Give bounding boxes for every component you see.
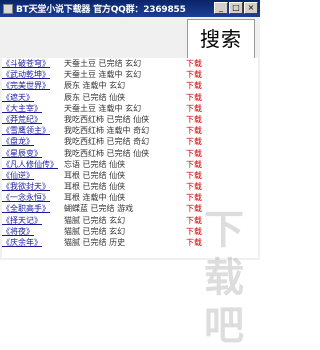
book-title-link[interactable]: 《仙逆》 [2, 170, 64, 181]
list-item[interactable]: 《武动乾坤》 天蚕土豆 连载中 玄幻 下载 [2, 69, 258, 80]
search-button[interactable]: 搜索 [187, 19, 255, 59]
book-title-link[interactable]: 《星辰变》 [2, 148, 64, 159]
list-item[interactable]: 《仙逆》 耳根 已完结 仙侠 下载 [2, 170, 258, 181]
book-title-link[interactable]: 《完美世界》 [2, 80, 64, 91]
title-bar[interactable]: BT天堂小说下载器 官方QQ群：2369855 _ □ × [0, 0, 260, 17]
list-item[interactable]: 《完美世界》 辰东 连载中 玄幻 下载 [2, 80, 258, 91]
book-description: 辰东 连载中 玄幻 [64, 81, 126, 91]
book-title-link[interactable]: 《盘龙》 [2, 136, 64, 147]
download-link[interactable]: 下载 [186, 80, 202, 91]
download-link[interactable]: 下载 [186, 136, 202, 147]
close-button[interactable]: × [244, 2, 258, 14]
download-link[interactable]: 下载 [186, 103, 202, 114]
download-link[interactable]: 下载 [186, 92, 202, 103]
window-controls: _ □ × [214, 2, 258, 14]
list-item[interactable]: 《一念永恒》 耳根 连载中 仙侠 下载 [2, 192, 258, 203]
book-description: 我吃西红柿 连载中 奇幻 [64, 126, 150, 136]
download-link[interactable]: 下载 [186, 159, 202, 170]
list-item[interactable]: 《凡人修仙传》 忘语 已完结 仙侠 下载 [2, 159, 258, 170]
book-description: 蝴蝶蓝 已完结 游戏 [64, 204, 134, 214]
app-window: BT天堂小说下载器 官方QQ群：2369855 _ □ × 搜索 《斗破苍穹》天… [0, 0, 260, 349]
download-link[interactable]: 下载 [186, 226, 202, 237]
book-title-link[interactable]: 《斗破苍穹》 [2, 58, 64, 69]
download-link[interactable]: 下载 [186, 125, 202, 136]
list-item[interactable]: 《斗破苍穹》 天蚕土豆 已完结 玄幻 下载 [2, 58, 258, 69]
book-description: 忘语 已完结 仙侠 [64, 159, 126, 169]
list-item[interactable]: 《遮天》 辰东 已完结 仙侠 下载 [2, 92, 258, 103]
book-description: 我吃西红柿 已完结 奇幻 [64, 137, 150, 147]
download-link[interactable]: 下载 [186, 58, 202, 69]
book-description: 耳根 已完结 仙侠 [64, 170, 126, 180]
download-link[interactable]: 下载 [186, 69, 202, 80]
download-link[interactable]: 下载 [186, 114, 202, 125]
download-link[interactable]: 下载 [186, 170, 202, 181]
book-description: 猫腻 已完结 玄幻 [64, 215, 126, 225]
book-title-link[interactable]: 《我欲封天》 [2, 181, 64, 192]
book-title-link[interactable]: 《遮天》 [2, 92, 64, 103]
book-description: 我吃西红柿 已完结 仙侠 [64, 114, 150, 124]
list-item[interactable]: 《我欲封天》 耳根 已完结 仙侠 下载 [2, 181, 258, 192]
list-item[interactable]: 《星辰变》 我吃西红柿 已完结 仙侠 下载 [2, 148, 258, 159]
book-description: 天蚕土豆 连载中 玄幻 [64, 70, 142, 80]
download-link[interactable]: 下载 [186, 192, 202, 203]
book-description: 猫腻 已完结 历史 [64, 238, 126, 247]
window-title: BT天堂小说下载器 官方QQ群：2369855 [16, 5, 186, 15]
maximize-button[interactable]: □ [229, 2, 243, 14]
book-description: 耳根 连载中 仙侠 [64, 193, 126, 203]
book-description: 天蚕土豆 已完结 玄幻 [64, 59, 142, 68]
list-item[interactable]: 《择天记》 猫腻 已完结 玄幻 下载 [2, 215, 258, 226]
book-title-link[interactable]: 《全职高手》 [2, 203, 64, 214]
list-item[interactable]: 《庆余年》 猫腻 已完结 历史 下载 [2, 237, 258, 248]
list-item[interactable]: 《将夜》 猫腻 已完结 玄幻 下载 [2, 226, 258, 237]
list-item[interactable]: 《全职高手》 蝴蝶蓝 已完结 游戏 下载 [2, 203, 258, 214]
download-link[interactable]: 下载 [186, 203, 202, 214]
book-description: 辰东 已完结 仙侠 [64, 92, 126, 102]
book-description: 我吃西红柿 已完结 仙侠 [64, 148, 150, 158]
book-title-link[interactable]: 《大主宰》 [2, 103, 64, 114]
book-title-link[interactable]: 《莽荒纪》 [2, 114, 64, 125]
download-link[interactable]: 下载 [186, 148, 202, 159]
book-title-link[interactable]: 《凡人修仙传》 [2, 159, 64, 170]
list-item[interactable]: 《盘龙》 我吃西红柿 已完结 奇幻 下载 [2, 136, 258, 147]
book-title-link[interactable]: 《武动乾坤》 [2, 69, 64, 80]
book-description: 耳根 已完结 仙侠 [64, 182, 126, 192]
download-link[interactable]: 下载 [186, 237, 202, 248]
book-title-link[interactable]: 《将夜》 [2, 226, 64, 237]
app-icon [3, 3, 13, 14]
download-link[interactable]: 下载 [186, 181, 202, 192]
book-title-link[interactable]: 《雪鹰领主》 [2, 125, 64, 136]
list-item[interactable]: 《雪鹰领主》 我吃西红柿 连载中 奇幻 下载 [2, 125, 258, 136]
book-description: 天蚕土豆 连载中 玄幻 [64, 103, 142, 113]
download-link[interactable]: 下载 [186, 215, 202, 226]
book-description: 猫腻 已完结 玄幻 [64, 226, 126, 236]
book-title-link[interactable]: 《庆余年》 [2, 237, 64, 248]
book-title-link[interactable]: 《择天记》 [2, 215, 64, 226]
list-item[interactable]: 《莽荒纪》 我吃西红柿 已完结 仙侠 下载 [2, 114, 258, 125]
book-title-link[interactable]: 《一念永恒》 [2, 192, 64, 203]
minimize-button[interactable]: _ [214, 2, 228, 14]
list-item[interactable]: 《大主宰》 天蚕土豆 连载中 玄幻 下载 [2, 103, 258, 114]
results-list[interactable]: 《斗破苍穹》 天蚕土豆 已完结 玄幻 下载 《武动乾坤》 天蚕土豆 连载中 玄幻 下载 《完… [2, 58, 258, 258]
